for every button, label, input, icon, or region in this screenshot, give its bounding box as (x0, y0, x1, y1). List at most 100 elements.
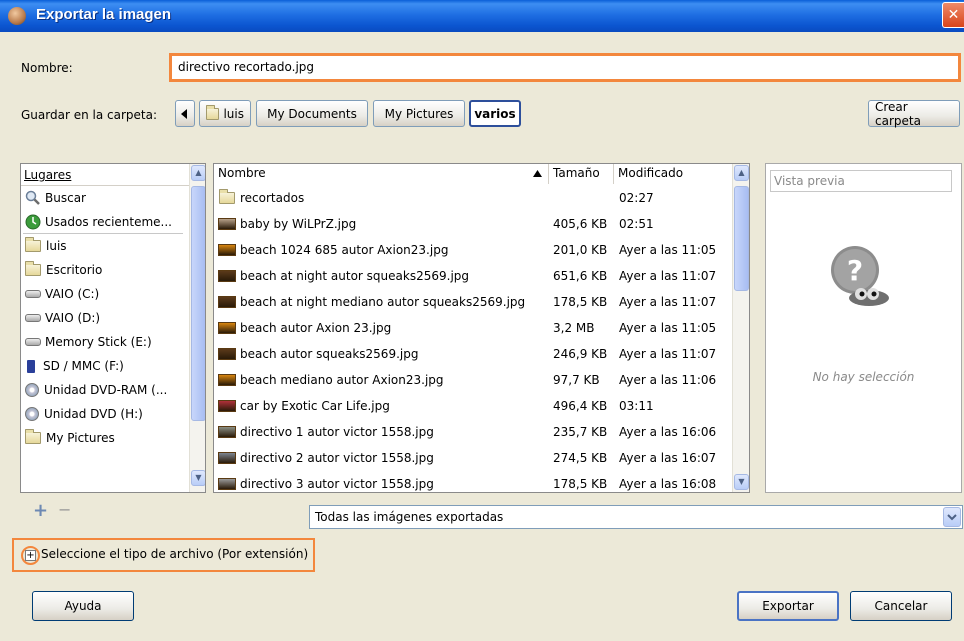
folder-icon (219, 189, 235, 204)
file-modified-cell: Ayer a las 11:07 (619, 269, 717, 283)
file-row[interactable]: beach autor Axion 23.jpg 3,2 MB Ayer a las… (214, 316, 732, 340)
dropdown-arrow-icon[interactable] (943, 507, 961, 527)
file-row[interactable]: directivo 1 autor victor 1558.jpg 235,7 K… (214, 420, 732, 444)
places-panel: Lugares Buscar Usados recienteme... luis Es… (20, 163, 206, 493)
place-item[interactable]: Buscar (21, 186, 189, 210)
file-row[interactable]: baby by WiLPrZ.jpg 405,6 KB 02:51 (214, 212, 732, 236)
close-button[interactable]: ✕ (942, 2, 964, 28)
file-row[interactable]: beach at night autor squeaks2569.jpg 651,… (214, 264, 732, 288)
column-header-size[interactable]: Tamaño (549, 164, 614, 184)
drive-icon (25, 314, 41, 322)
scroll-thumb[interactable] (191, 186, 205, 421)
place-item[interactable]: VAIO (D:) (21, 306, 189, 330)
file-modified-cell: 02:27 (619, 191, 654, 205)
place-item[interactable]: luis (21, 234, 189, 258)
save-folder-label: Guardar en la carpeta: (21, 108, 157, 122)
place-item[interactable]: Memory Stick (E:) (21, 330, 189, 354)
place-item[interactable]: Unidad DVD (H:) (21, 402, 189, 426)
places-scrollbar[interactable]: ▲ ▼ (189, 164, 205, 492)
path-segment-varios[interactable]: varios (469, 100, 521, 127)
image-thumbnail-icon (218, 374, 236, 386)
file-list-panel: Nombre Tamaño Modificado recortados 02:27… (213, 163, 750, 493)
file-modified-cell: 03:11 (619, 399, 654, 413)
place-item[interactable]: SD / MMC (F:) (21, 354, 189, 378)
place-item-label: Unidad DVD (H:) (44, 407, 143, 421)
places-header[interactable]: Lugares (21, 164, 189, 186)
no-selection-text: No hay selección (812, 370, 915, 384)
place-item[interactable]: Unidad DVD-RAM (... (21, 378, 189, 402)
place-item[interactable]: VAIO (C:) (21, 282, 189, 306)
file-filter-value: Todas las imágenes exportadas (315, 510, 504, 524)
file-size-cell: 235,7 KB (553, 425, 608, 439)
no-preview-wilber-icon: ? (831, 246, 889, 306)
scroll-up-button[interactable]: ▲ (191, 165, 205, 181)
file-name-cell: beach at night autor squeaks2569.jpg (240, 269, 470, 283)
place-item[interactable]: My Pictures (21, 426, 189, 450)
add-bookmark-button[interactable]: + (33, 500, 48, 521)
remove-bookmark-button[interactable]: − (58, 500, 71, 519)
path-segment-label: My Documents (267, 106, 357, 121)
column-header-name[interactable]: Nombre (214, 164, 549, 184)
places-header-label: Lugares (24, 168, 72, 182)
dvd-icon (25, 383, 39, 397)
file-modified-cell: Ayer a las 11:06 (619, 373, 717, 387)
dvd-icon (25, 407, 39, 421)
file-row[interactable]: directivo 3 autor victor 1558.jpg 178,5 K… (214, 472, 732, 492)
expand-toggle[interactable]: + (25, 550, 36, 561)
create-folder-button[interactable]: Crear carpeta (868, 99, 960, 128)
sort-ascending-icon (533, 170, 542, 177)
file-filter-select[interactable]: Todas las imágenes exportadas (309, 505, 963, 529)
file-row[interactable]: recortados 02:27 (214, 186, 732, 210)
scroll-down-button[interactable]: ▼ (734, 474, 749, 490)
path-segment-my-documents[interactable]: My Documents (256, 100, 368, 127)
scroll-thumb[interactable] (734, 186, 749, 291)
file-size-cell: 651,6 KB (553, 269, 608, 283)
file-name-cell: beach 1024 685 autor Axion23.jpg (240, 243, 449, 257)
path-segment-label: varios (474, 106, 516, 121)
folder-icon (25, 429, 41, 444)
file-row[interactable]: directivo 2 autor victor 1558.jpg 274,5 K… (214, 446, 732, 470)
file-row[interactable]: beach 1024 685 autor Axion23.jpg 201,0 KB… (214, 238, 732, 262)
place-item-label: Memory Stick (E:) (45, 335, 152, 349)
scroll-up-button[interactable]: ▲ (734, 165, 749, 181)
drive-icon (25, 338, 41, 346)
image-thumbnail-icon (218, 452, 236, 464)
cancel-button-label: Cancelar (874, 599, 928, 613)
file-row[interactable]: beach at night mediano autor squeaks2569… (214, 290, 732, 314)
path-segment-my-pictures[interactable]: My Pictures (373, 100, 465, 127)
preview-header: Vista previa (770, 170, 952, 192)
place-item-label: Unidad DVD-RAM (... (44, 383, 168, 397)
export-button[interactable]: Exportar (737, 591, 839, 621)
cancel-button[interactable]: Cancelar (850, 591, 952, 621)
file-row[interactable]: car by Exotic Car Life.jpg 496,4 KB 03:11 (214, 394, 732, 418)
place-item-label: Buscar (45, 191, 86, 205)
file-name-cell: car by Exotic Car Life.jpg (240, 399, 390, 413)
image-thumbnail-icon (218, 218, 236, 230)
place-item-label: SD / MMC (F:) (43, 359, 124, 373)
file-row[interactable]: beach autor squeaks2569.jpg 246,9 KB Ayer … (214, 342, 732, 366)
place-item[interactable]: Escritorio (21, 258, 189, 282)
path-back-button[interactable] (175, 100, 195, 127)
file-name-cell: beach at night mediano autor squeaks2569… (240, 295, 526, 309)
filetype-label[interactable]: Seleccione el tipo de archivo (Por exten… (41, 547, 308, 561)
file-row[interactable]: beach mediano autor Axion23.jpg 97,7 KB Ay… (214, 368, 732, 392)
file-name-input[interactable]: directivo recortado.jpg (169, 53, 961, 82)
place-item-label: Escritorio (46, 263, 103, 277)
folder-icon (25, 237, 41, 252)
place-item[interactable]: Usados recienteme... (21, 210, 189, 234)
title-bar[interactable]: Exportar la imagen ✕ (0, 0, 964, 32)
path-segment-luis[interactable]: luis (199, 100, 251, 127)
help-button[interactable]: Ayuda (32, 591, 134, 621)
file-modified-cell: Ayer a las 11:07 (619, 295, 717, 309)
file-name-cell: beach autor squeaks2569.jpg (240, 347, 419, 361)
file-list-scrollbar[interactable]: ▲ ▼ (732, 164, 749, 492)
export-image-dialog: Exportar la imagen ✕ Nombre: directivo r… (0, 0, 964, 641)
search-icon (25, 190, 40, 205)
column-header-modified[interactable]: Modificado (614, 164, 732, 184)
image-thumbnail-icon (218, 244, 236, 256)
left-arrow-icon (181, 108, 187, 119)
scroll-down-button[interactable]: ▼ (191, 470, 205, 486)
file-modified-cell: Ayer a las 16:08 (619, 477, 717, 491)
place-item-label: luis (46, 239, 67, 253)
create-folder-label: Crear carpeta (875, 99, 921, 128)
